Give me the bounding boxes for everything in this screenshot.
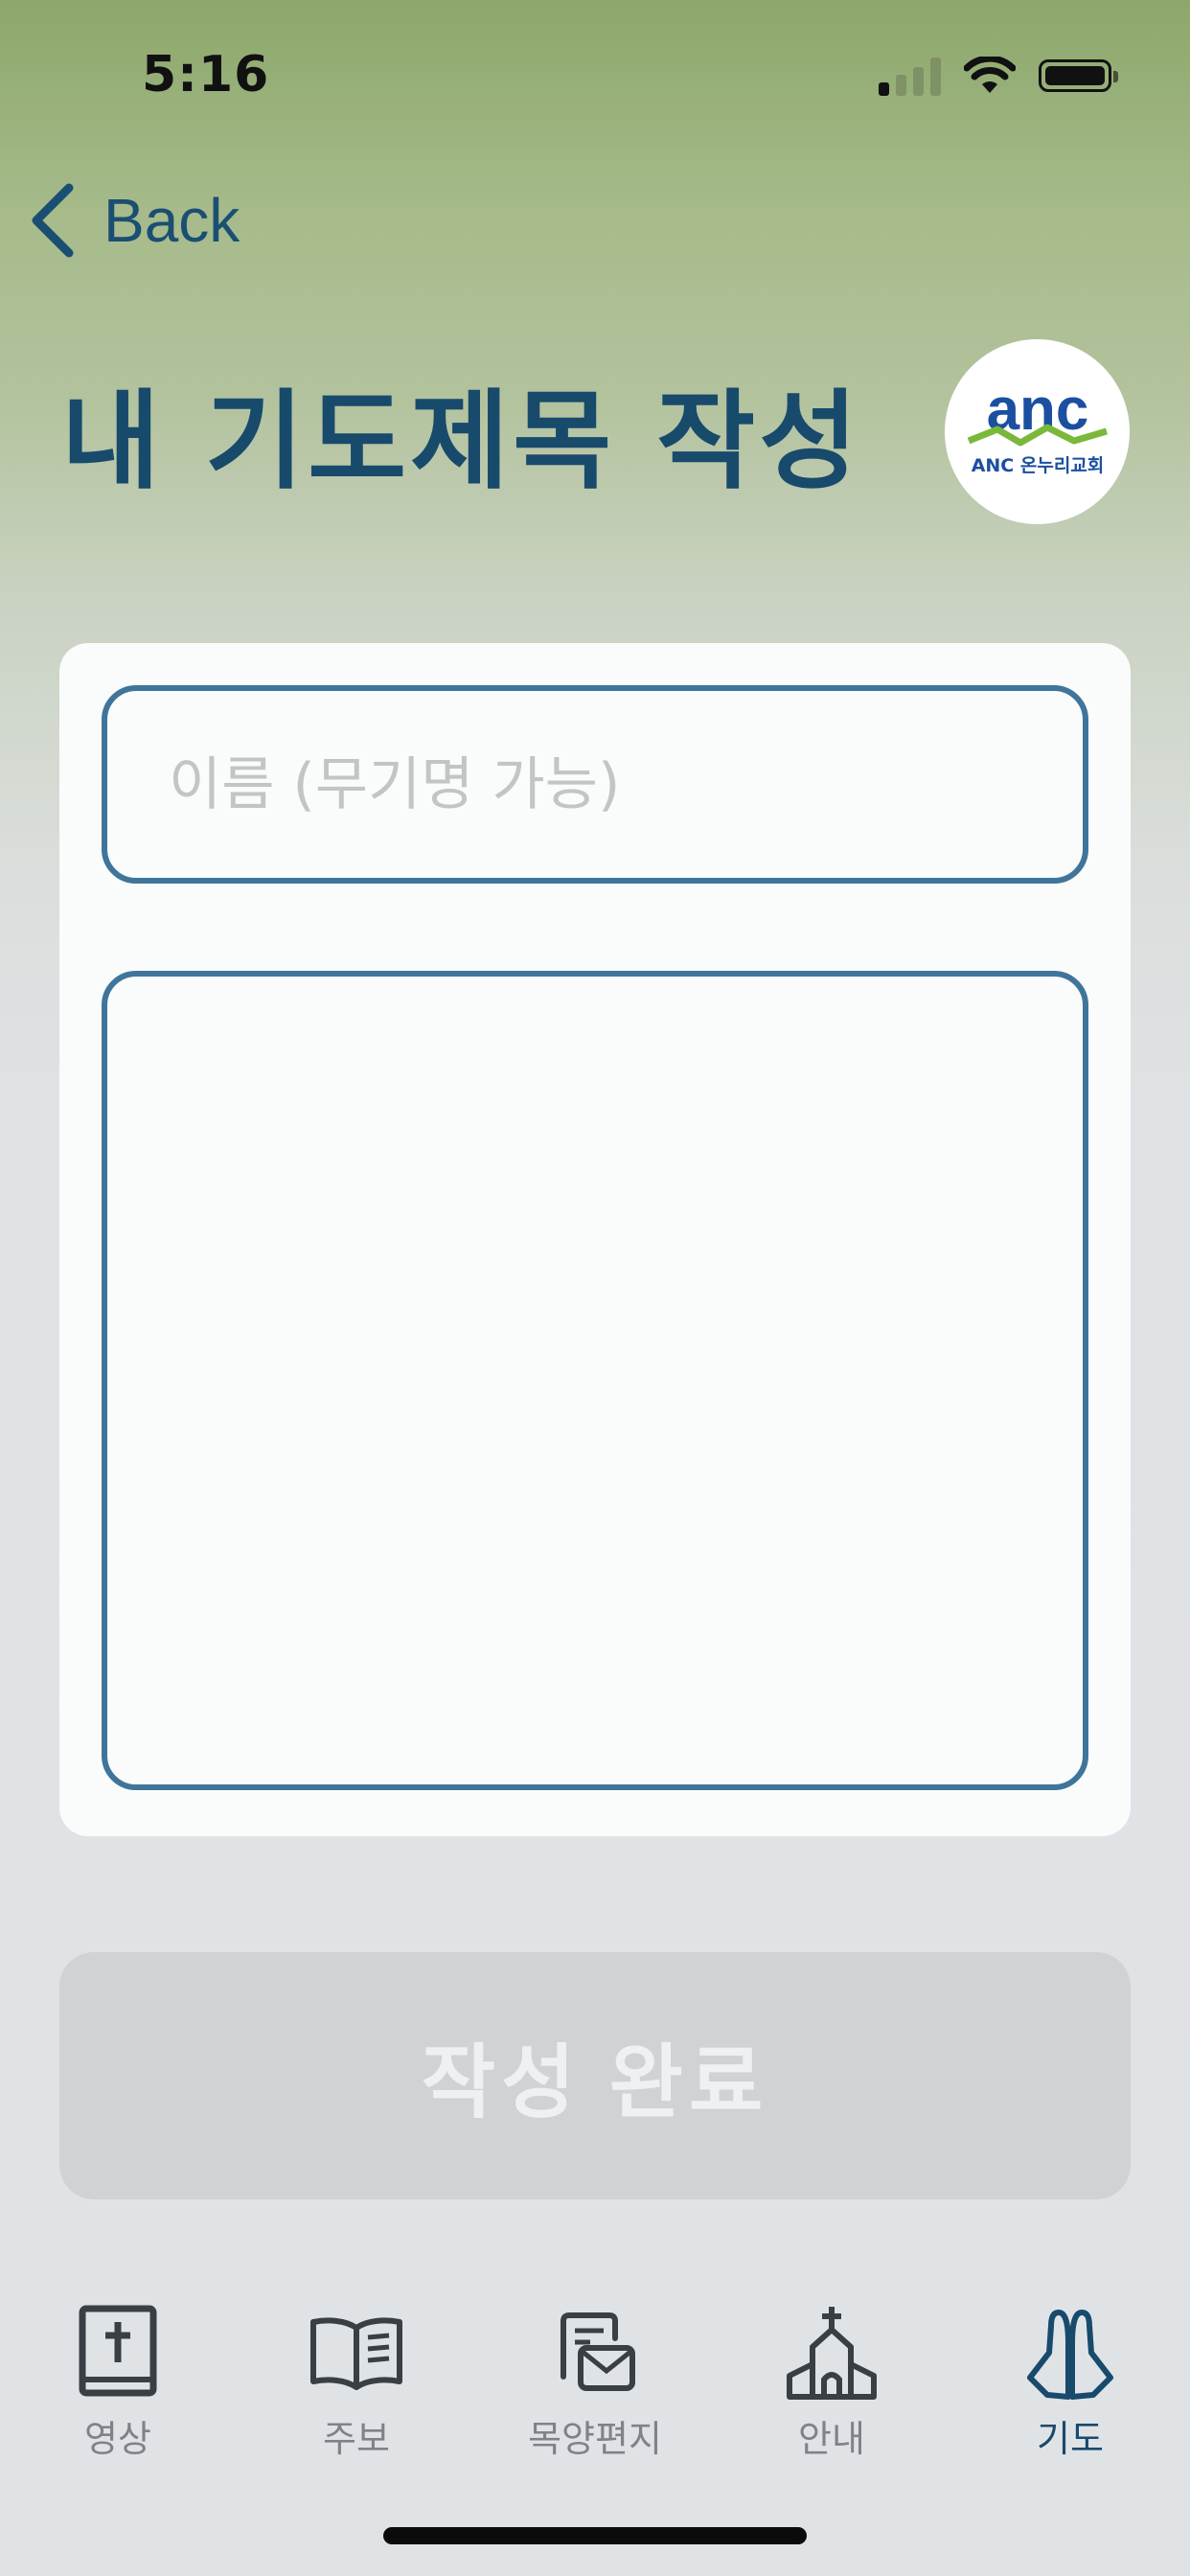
wifi-icon <box>964 57 1016 93</box>
tab-info[interactable]: 안내 <box>726 2300 937 2462</box>
tab-label-prayer: 기도 <box>1037 2418 1104 2460</box>
church-icon <box>787 2307 877 2400</box>
prayer-form-card <box>59 643 1131 1836</box>
prayer-content-textarea[interactable] <box>102 971 1088 1790</box>
tab-prayer[interactable]: 기도 <box>965 2300 1176 2462</box>
submit-button[interactable]: 작성 완료 <box>59 1952 1131 2199</box>
tab-pastoral-letter[interactable]: 목양편지 <box>490 2300 700 2462</box>
status-icons <box>879 56 1118 96</box>
logo-caption: ANC 온누리교회 <box>971 455 1104 476</box>
back-label: Back <box>103 186 240 255</box>
back-button[interactable]: Back <box>29 182 240 259</box>
bible-icon <box>79 2305 157 2397</box>
tab-label-video: 영상 <box>84 2418 151 2460</box>
name-input[interactable] <box>102 685 1088 884</box>
tab-label-bulletin: 주보 <box>323 2418 390 2460</box>
page-title: 내 기도제목 작성 <box>61 380 862 504</box>
status-time: 5:16 <box>142 46 270 104</box>
tab-label-info: 안내 <box>798 2418 865 2460</box>
battery-icon <box>1039 59 1118 92</box>
submit-label: 작성 완료 <box>421 2036 769 2128</box>
cellular-signal-icon <box>879 56 941 96</box>
church-logo: anc ANC 온누리교회 <box>945 339 1130 524</box>
tab-bulletin[interactable]: 주보 <box>251 2300 462 2462</box>
tab-label-pastoral-letter: 목양편지 <box>528 2418 662 2460</box>
praying-hands-icon <box>1027 2310 1113 2400</box>
open-book-icon <box>310 2317 402 2390</box>
tab-video[interactable]: 영상 <box>12 2300 223 2462</box>
tab-bar: 영상 주보 목양편지 안내 기도 <box>0 2300 1190 2482</box>
letter-icon <box>561 2312 635 2391</box>
chevron-left-icon <box>32 183 74 258</box>
home-indicator <box>383 2527 807 2544</box>
